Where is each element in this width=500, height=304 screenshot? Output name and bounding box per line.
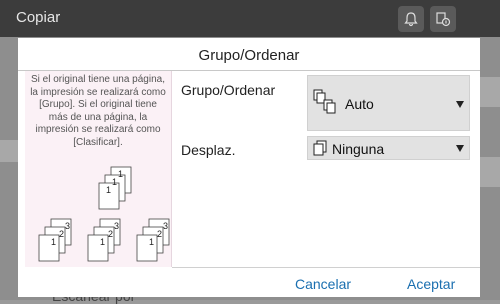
bottom-page-label: 1 <box>51 237 56 247</box>
top-page-label: 1 <box>118 169 123 179</box>
group-sort-illustration: 1 1 1 3 2 1 3 2 1 3 2 1 <box>38 166 170 262</box>
bottom-page-label: 3 <box>163 221 168 231</box>
group-sort-select[interactable]: Auto <box>307 75 470 131</box>
top-page-label: 1 <box>106 185 111 195</box>
bottom-page-stack-2: 3 2 1 <box>87 218 121 262</box>
offset-value: Ninguna <box>332 141 385 157</box>
footer-divider <box>172 267 480 268</box>
bell-icon[interactable] <box>398 6 424 32</box>
page-icon <box>313 140 327 156</box>
bottom-page-label: 3 <box>65 221 70 231</box>
help-panel: Si el original tiene una página, la impr… <box>25 71 172 267</box>
chevron-down-icon <box>456 101 464 108</box>
top-bar: Copiar <box>0 0 500 37</box>
bottom-page-label: 2 <box>59 229 64 239</box>
bottom-page-label: 2 <box>108 229 113 239</box>
accept-button[interactable]: Aceptar <box>407 276 455 292</box>
bottom-page-label: 3 <box>114 221 119 231</box>
bottom-page-stack-1: 3 2 1 <box>38 218 72 262</box>
top-page-label: 1 <box>112 177 117 187</box>
bottom-page-label: 1 <box>100 237 105 247</box>
cancel-button[interactable]: Cancelar <box>295 276 351 292</box>
chevron-down-icon <box>456 145 464 152</box>
dialog-title: Grupo/Ordenar <box>198 47 300 64</box>
bottom-page-stack-3: 3 2 1 <box>136 218 170 262</box>
job-status-icon[interactable] <box>430 6 456 32</box>
group-sort-dialog: Grupo/Ordenar Si el original tiene una p… <box>18 38 480 297</box>
group-sort-value: Auto <box>345 96 374 112</box>
offset-label: Desplaz. <box>181 142 236 158</box>
app-title: Copiar <box>16 9 61 26</box>
bottom-page-label: 2 <box>157 229 162 239</box>
group-sort-label: Grupo/Ordenar <box>181 82 276 98</box>
offset-select[interactable]: Ninguna <box>307 136 470 160</box>
dialog-header: Grupo/Ordenar <box>18 38 480 71</box>
bottom-page-label: 1 <box>149 237 154 247</box>
top-page-stack: 1 1 1 <box>98 166 132 210</box>
group-sort-icon <box>313 89 336 114</box>
